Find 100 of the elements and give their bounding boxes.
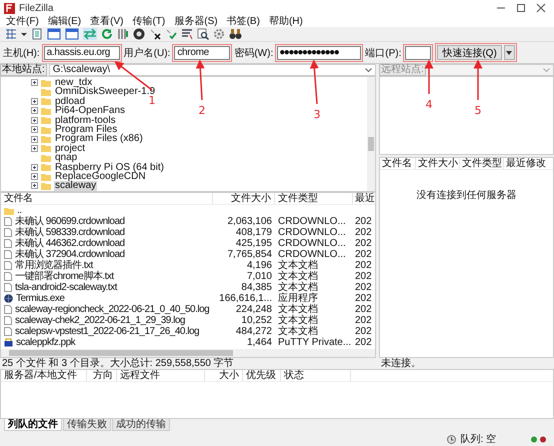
file-name[interactable]: 未确认 446362.crdownload [15,238,125,249]
file-name[interactable]: 未确认 372904.crdownload [15,249,125,260]
expand-icon[interactable] [31,126,38,134]
tree-item[interactable]: pdload [54,96,86,106]
file-size: 10,252 [241,315,272,326]
dropdown-button[interactable] [504,45,515,60]
file-name[interactable]: 未确认 960699.crdownload [15,216,125,227]
tree-item[interactable]: platform-tools [54,116,117,125]
column-header[interactable]: 最近修改 [504,158,548,169]
menu-item[interactable]: 编辑(E) [48,16,82,27]
stop-icon[interactable] [133,28,145,40]
binoculars-icon[interactable] [229,28,242,40]
quickconnect-button[interactable]: 快速连接(Q) [437,45,502,60]
refresh-icon[interactable] [101,28,113,40]
tree-item[interactable]: OmniDiskSweeper-1.9 [54,87,156,97]
chevron-down-icon [543,68,550,72]
column-header[interactable]: 文件大小 [416,158,460,169]
menu-item[interactable]: 书签(B) [226,16,260,27]
tree-item[interactable]: Raspberry Pi OS (64 bit) [54,162,165,172]
path-field[interactable]: G:\scaleway\ [48,64,376,76]
tab[interactable]: 传输失败 [63,419,111,431]
menu-item[interactable]: 查看(V) [90,16,124,27]
tree-item[interactable]: Program Files [54,124,118,134]
tab[interactable]: 列队的文件 [4,419,62,431]
expand-icon[interactable] [31,116,38,124]
queue-icon[interactable] [117,28,129,40]
annotation-number: 3 [314,108,320,121]
column-header[interactable]: 服务器/本地文件 [1,370,87,381]
expand-icon[interactable] [31,182,38,190]
disconnect-icon[interactable] [149,28,161,40]
file-name[interactable]: scalepsw-vpstest1_2022-06-21_17_26_40.log [15,326,200,337]
globe-icon [4,294,13,303]
maximize-icon[interactable] [516,3,526,13]
expand-icon[interactable] [31,164,38,171]
file-name[interactable]: scaleway-chek2_2022-06-21_1_29_39.log [15,315,185,326]
tree-item[interactable]: scaleway [54,181,98,191]
caret-icon [506,50,512,54]
file-name[interactable]: .. [17,205,22,216]
panel-icon[interactable] [65,28,79,40]
tab[interactable]: 成功的传输 [112,419,170,431]
file-type: 文本文档 [278,271,318,282]
file-name[interactable]: Termius.exe [16,293,64,304]
input-field[interactable]: chrome [174,46,230,60]
modified-date: 202 [355,315,372,326]
folder-icon [4,206,14,214]
expand-icon[interactable] [31,79,38,86]
grid-icon[interactable] [5,28,17,40]
modified-date: 202 [355,216,372,227]
input-field[interactable]: a.hassis.eu.org [44,46,120,60]
modified-date: 202 [355,227,372,238]
column-header[interactable]: 方向 [87,370,117,381]
tree-item[interactable]: qnap [54,153,78,163]
column-header[interactable]: 最近 [353,193,375,204]
file-name[interactable]: 一键部署chrome脚本.txt [15,271,114,282]
file-type: 文本文档 [278,282,318,293]
expand-icon[interactable] [31,98,38,105]
file-size: 425,195 [236,238,272,249]
menu-item[interactable]: 帮助(H) [268,16,303,27]
column-header[interactable]: 优先级 [243,370,281,381]
expand-icon[interactable] [31,107,38,114]
file-name[interactable]: 未确认 598339.crdownload [15,227,125,238]
document-icon[interactable] [31,28,43,40]
tree-item[interactable]: Pi64-OpenFans [54,106,126,116]
expand-icon[interactable] [31,173,38,180]
file-name[interactable]: scaleppkfz.ppk [16,337,76,348]
path-field[interactable] [428,64,554,76]
tree-item[interactable]: new_tdx [54,78,94,88]
scrollbar[interactable] [367,77,375,191]
expand-icon[interactable] [31,136,38,143]
file-name[interactable]: tsla-android2-scaleway.txt [15,282,117,293]
menu-item[interactable]: 服务器(S) [174,16,218,27]
annotation-number: 2 [198,104,206,117]
tree-item[interactable]: ReplaceGoogleCDN [54,172,147,182]
tree-item[interactable]: project [54,144,86,154]
file-name[interactable]: 常用浏览器插件.txt [15,260,93,271]
tree-item[interactable]: Program Files (x86) [54,134,144,144]
modified-date: 202 [355,304,372,315]
menu-item[interactable]: 传输(T) [132,16,166,27]
field-label: 主机(H): [3,46,40,60]
menu-item[interactable]: 文件(F) [6,16,39,27]
column-header[interactable]: 状态 [281,370,351,381]
app-logo-icon [4,2,15,14]
column-header[interactable]: 大小 [205,370,243,381]
file-type: CRDOWNLO... [278,238,346,249]
column-header[interactable]: 文件类型 [460,158,504,169]
filter-icon[interactable] [181,28,193,40]
scrollbar[interactable] [1,349,375,357]
reconnect-icon[interactable] [165,28,177,40]
file-name[interactable]: scaleway-regioncheck_2022-06-21_0_40_50.log [15,304,210,315]
search-icon[interactable] [197,28,209,40]
modified-date: 202 [355,238,372,249]
column-header[interactable]: 文件名 [380,158,416,169]
file-size: 2,063,106 [228,216,272,227]
panel-icon[interactable] [47,28,61,40]
column-header[interactable]: 远程文件 [117,370,205,381]
close-icon[interactable] [536,3,546,13]
input-field[interactable]: ●●●●●●●●●●●●● [277,46,362,60]
file-size: 84,385 [241,282,272,293]
expand-icon[interactable] [31,144,38,152]
gear-icon[interactable] [213,28,225,40]
